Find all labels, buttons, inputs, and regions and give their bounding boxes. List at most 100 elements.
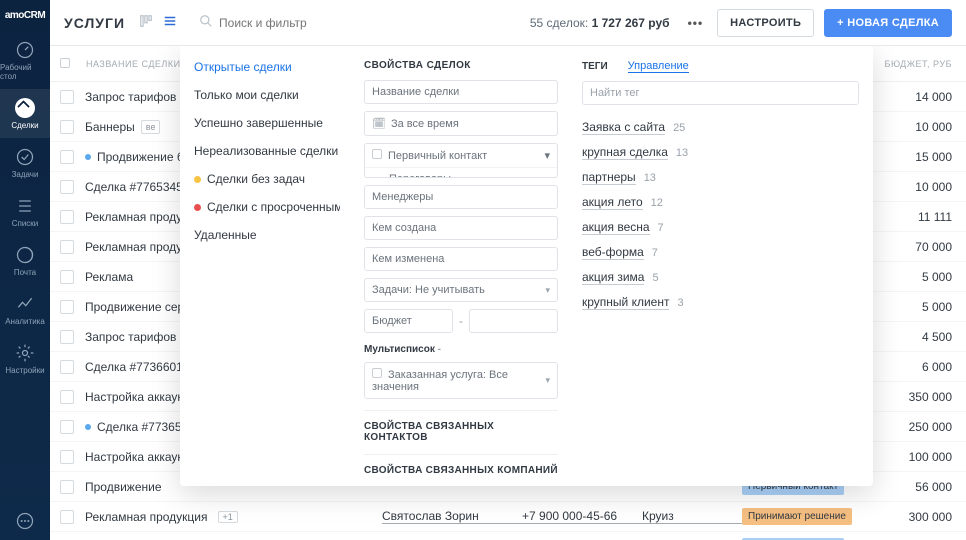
search-icon [199, 14, 213, 31]
deal-company[interactable]: Круиз [642, 509, 742, 524]
sidebar-item-dashboard[interactable]: Рабочий стол [0, 31, 50, 89]
tags-manage-link[interactable]: Управление [628, 60, 689, 73]
row-checkbox[interactable] [60, 90, 74, 104]
row-checkbox[interactable] [60, 510, 74, 524]
tag-row[interactable]: веб-форма7 [582, 240, 859, 265]
select-all-checkbox[interactable] [60, 58, 70, 68]
row-checkbox[interactable] [60, 270, 74, 284]
status-dot-icon [85, 154, 91, 160]
contacts-props-header[interactable]: СВОЙСТВА СВЯЗАННЫХ КОНТАКТОВ [364, 410, 558, 443]
tag-row[interactable]: Заявка с сайта25 [582, 115, 859, 140]
filter-preset[interactable]: Открытые сделки [194, 60, 340, 74]
check-icon [14, 146, 36, 168]
calendar-icon: 🗓 [372, 118, 386, 130]
tag-row[interactable]: крупная сделка13 [582, 140, 859, 165]
col-budget[interactable]: БЮДЖЕТ, РУБ [872, 59, 952, 69]
filter-multilist-select[interactable]: Заказанная услуга: Все значения▾ [364, 362, 558, 399]
row-checkbox[interactable] [60, 210, 74, 224]
header: УСЛУГИ 55 сделок: 1 727 267 руб ••• НАСТ… [50, 0, 966, 46]
filter-tags: ТЕГИ Управление Найти тег Заявка с сайта… [568, 46, 873, 486]
sidebar-item-lists[interactable]: Списки [0, 187, 50, 236]
deal-budget: 15 000 [872, 150, 952, 164]
filter-preset[interactable]: Сделки без задач [194, 172, 340, 186]
sidebar-item-chat[interactable] [0, 502, 50, 540]
deal-phone[interactable]: +7 900 000-45-66 [522, 509, 642, 524]
deal-budget: 14 000 [872, 90, 952, 104]
stage-badge: Принимают решение [742, 508, 852, 525]
more-menu-button[interactable]: ••• [688, 16, 704, 30]
deal-budget: 6 000 [872, 360, 952, 374]
deal-tag-pill: ве [141, 120, 161, 134]
deal-budget: 5 000 [872, 270, 952, 284]
companies-props-header[interactable]: СВОЙСТВА СВЯЗАННЫХ КОМПАНИЙ [364, 454, 558, 476]
tag-row[interactable]: акция весна7 [582, 215, 859, 240]
row-checkbox[interactable] [60, 240, 74, 254]
sidebar-item-analytics[interactable]: Аналитика [0, 285, 50, 334]
row-checkbox[interactable] [60, 390, 74, 404]
tag-search-input[interactable]: Найти тег [582, 81, 859, 105]
gear-icon [14, 342, 36, 364]
sidebar-item-settings[interactable]: Настройки [0, 334, 50, 383]
row-checkbox[interactable] [60, 450, 74, 464]
new-deal-button[interactable]: + НОВАЯ СДЕЛКА [824, 9, 952, 37]
deal-contact[interactable]: Святослав Зорин [382, 509, 522, 524]
filter-date-select[interactable]: 🗓За все время [364, 111, 558, 136]
row-checkbox[interactable] [60, 330, 74, 344]
sidebar: amoCRM Рабочий стол Сделки Задачи Списки… [0, 0, 50, 540]
tag-row[interactable]: акция зима5 [582, 265, 859, 290]
sidebar-item-deals[interactable]: Сделки [0, 89, 50, 138]
filter-preset[interactable]: Удаленные [194, 228, 340, 242]
filter-managers-select[interactable]: Менеджеры [364, 185, 558, 209]
chat-icon [14, 510, 36, 532]
filter-changed-by-select[interactable]: Кем изменена [364, 247, 558, 271]
row-checkbox[interactable] [60, 420, 74, 434]
row-checkbox[interactable] [60, 120, 74, 134]
status-dot-icon [85, 424, 91, 430]
filter-preset[interactable]: Нереализованные сделки [194, 144, 340, 158]
search-field[interactable] [199, 14, 530, 31]
tag-row[interactable]: акция лето12 [582, 190, 859, 215]
row-checkbox[interactable] [60, 150, 74, 164]
sidebar-item-tasks[interactable]: Задачи [0, 138, 50, 187]
filter-presets: Открытые сделки Только мои сделки Успешно … [180, 46, 354, 486]
filter-tasks-select[interactable]: Задачи: Не учитывать▾ [364, 278, 558, 302]
filter-preset[interactable]: Сделки с просроченным... [194, 200, 340, 214]
sidebar-item-mail[interactable]: Почта [0, 236, 50, 285]
deal-budget: 11 111 [872, 210, 952, 224]
filter-budget-to[interactable] [469, 309, 558, 333]
filter-stage-select[interactable]: Первичный контакт▾ Переговоры Принимают … [364, 143, 558, 178]
page-title: УСЛУГИ [64, 15, 125, 31]
filter-name-input[interactable]: Название сделки [364, 80, 558, 104]
row-checkbox[interactable] [60, 360, 74, 374]
row-checkbox[interactable] [60, 180, 74, 194]
logo: amoCRM [5, 4, 45, 31]
pipeline-view-icon[interactable] [139, 14, 153, 31]
chevron-down-icon: ▾ [544, 149, 550, 162]
row-checkbox[interactable] [60, 300, 74, 314]
chevron-down-icon: ▾ [545, 285, 550, 296]
table-row[interactable]: Рекламная продукция+1Святослав Зорин+7 9… [50, 502, 966, 532]
deal-budget: 56 000 [872, 480, 952, 494]
deal-budget: 300 000 [872, 510, 952, 524]
deal-budget: 100 000 [872, 450, 952, 464]
search-input[interactable] [219, 16, 530, 30]
chevron-down-icon: ▾ [545, 375, 550, 386]
mail-icon [14, 244, 36, 266]
deal-name[interactable]: Рекламная продукция+1 [85, 510, 382, 524]
customize-button[interactable]: НАСТРОИТЬ [717, 9, 814, 37]
status-dot-icon [194, 176, 201, 183]
filter-preset[interactable]: Успешно завершенные [194, 116, 340, 130]
tag-row[interactable]: крупный клиент3 [582, 290, 859, 315]
deal-budget: 10 000 [872, 120, 952, 134]
deal-budget: 10 000 [872, 180, 952, 194]
list-view-icon[interactable] [163, 14, 177, 31]
filter-preset[interactable]: Только мои сделки [194, 88, 340, 102]
tag-row[interactable]: партнеры13 [582, 165, 859, 190]
row-checkbox[interactable] [60, 480, 74, 494]
table-row[interactable]: Запрос тарифовЗаявка с сайтаДмитрий Рома… [50, 532, 966, 540]
filter-created-by-select[interactable]: Кем создана [364, 216, 558, 240]
more-tags-badge[interactable]: +1 [218, 511, 238, 523]
filter-budget-from[interactable]: Бюджет [364, 309, 453, 333]
deal-budget: 350 000 [872, 390, 952, 404]
deal-budget: 4 500 [872, 330, 952, 344]
